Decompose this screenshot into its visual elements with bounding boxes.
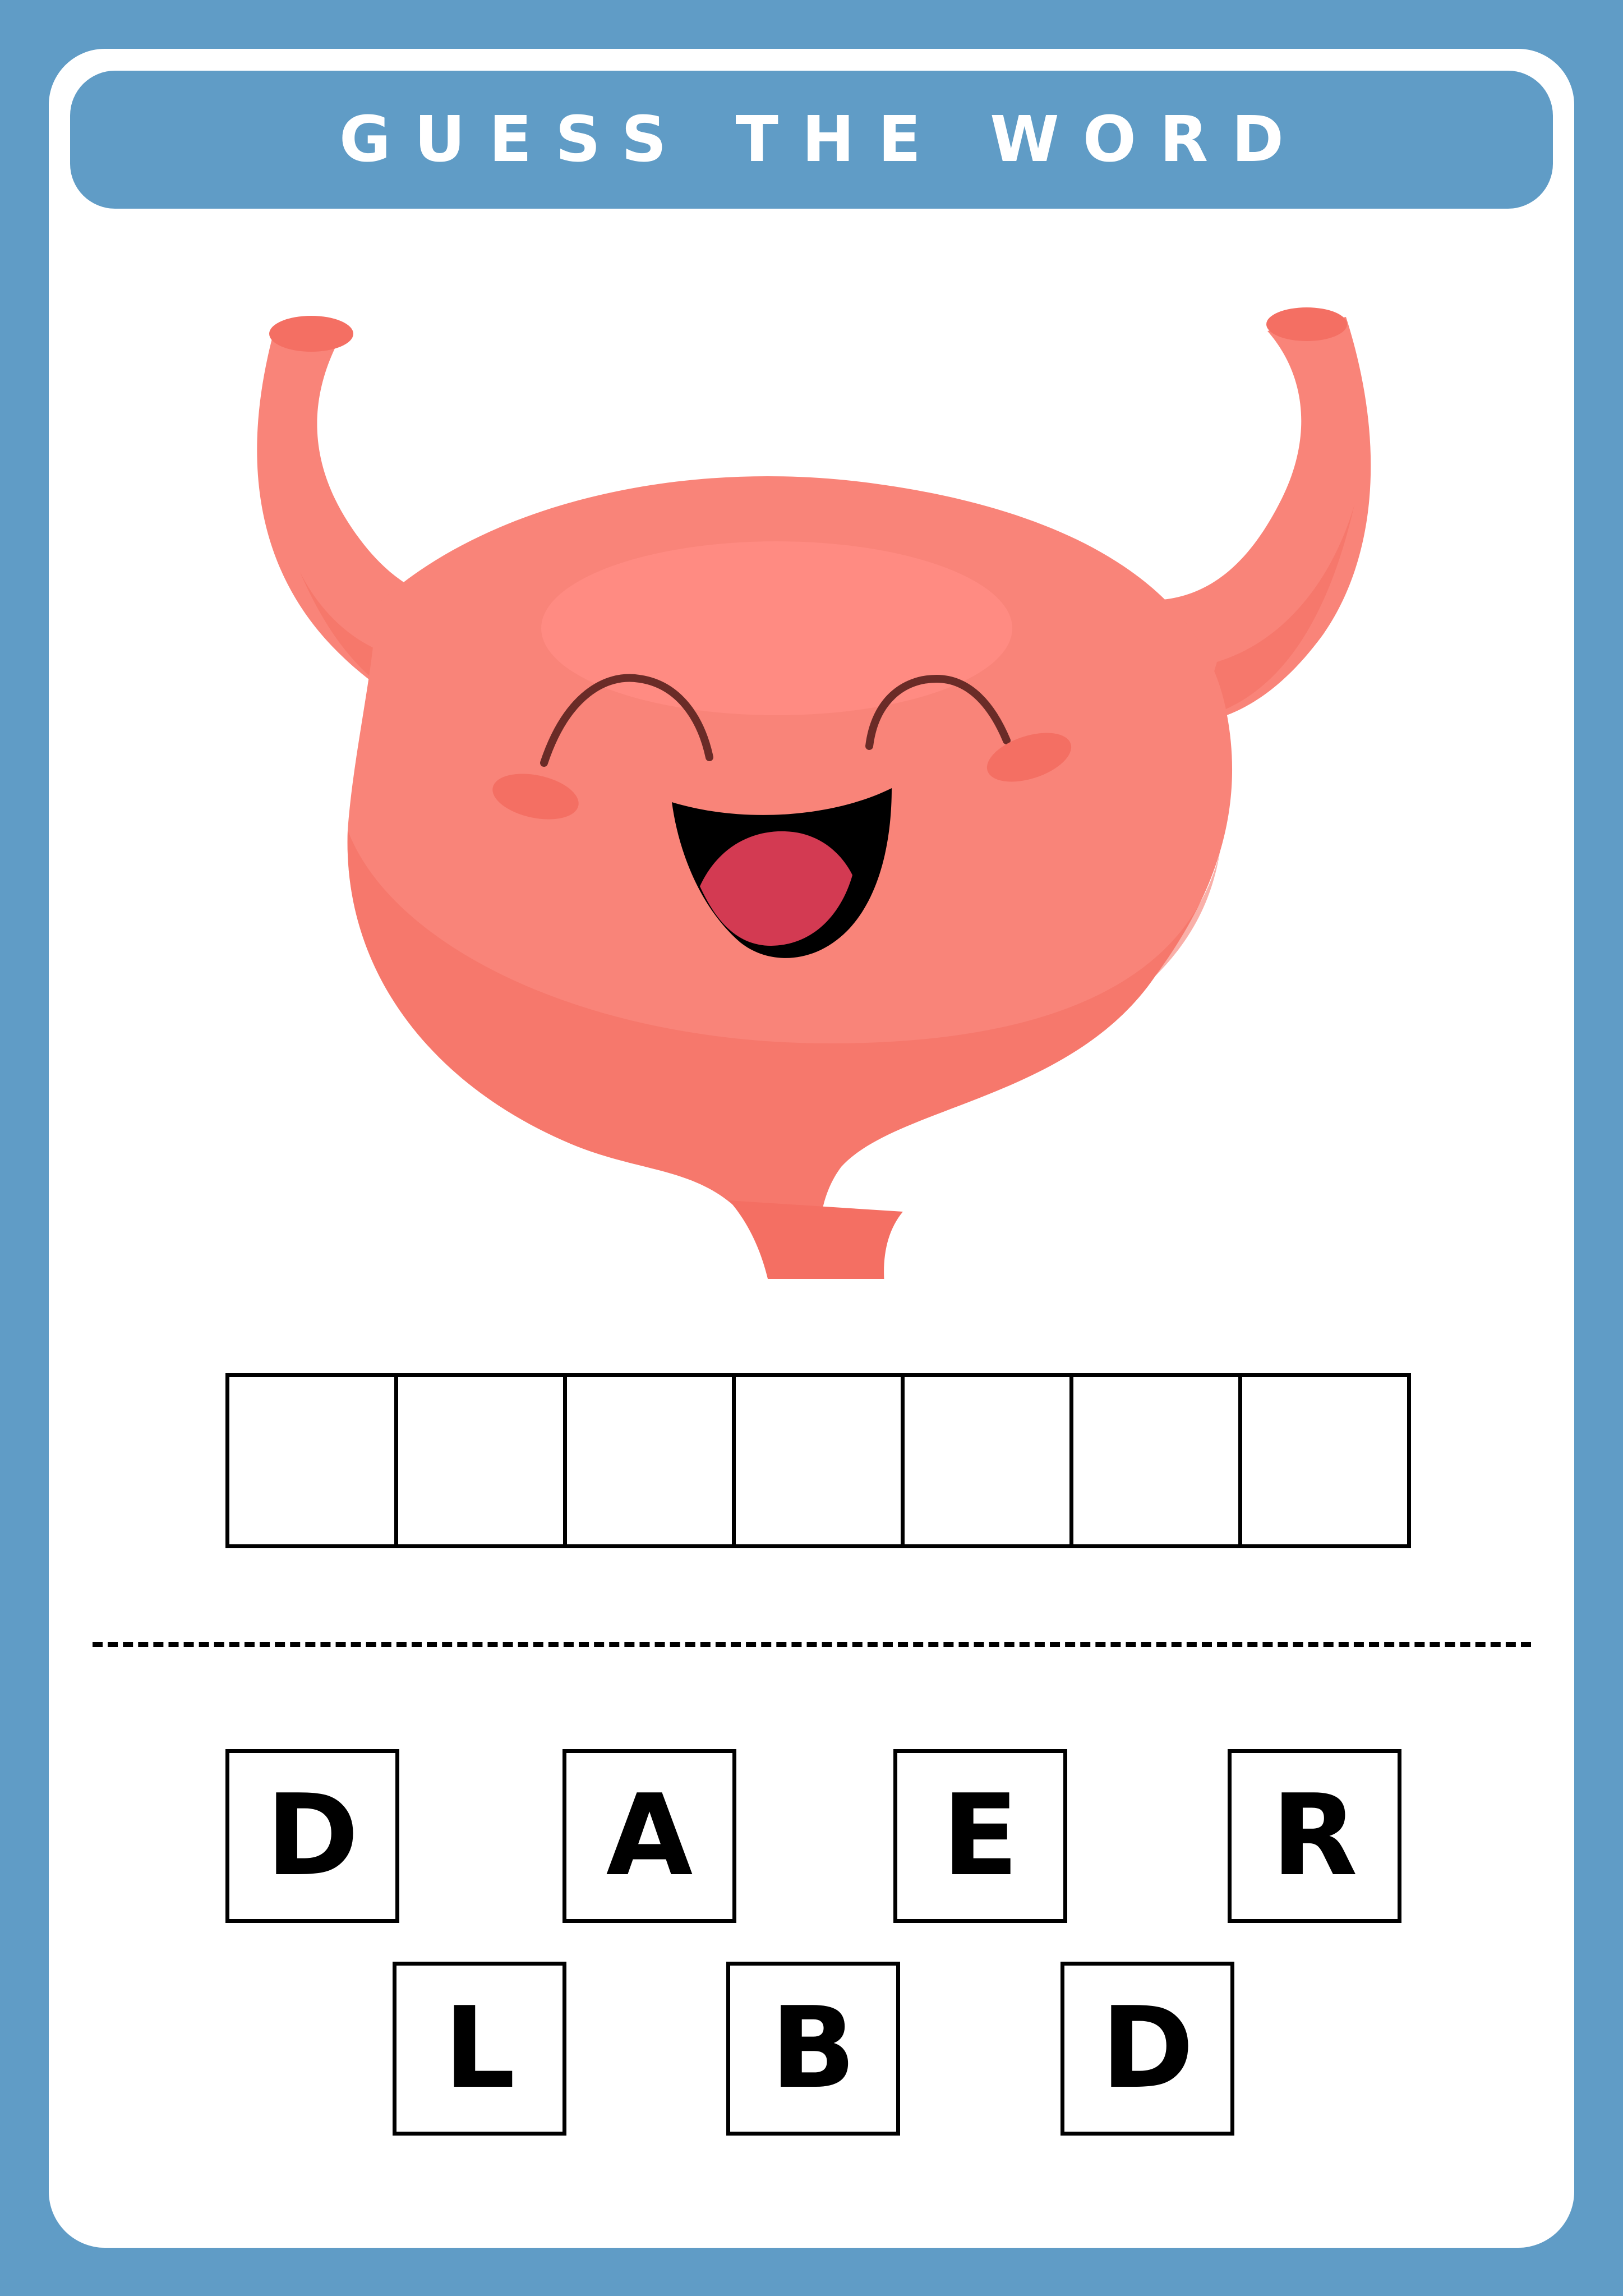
letter-tile[interactable]: L	[393, 1962, 566, 2136]
answer-slot[interactable]	[563, 1373, 736, 1548]
answer-slot[interactable]	[225, 1373, 398, 1548]
letter-tile[interactable]: B	[726, 1962, 900, 2136]
letter-tile[interactable]: A	[562, 1749, 736, 1923]
answer-slots	[225, 1373, 1411, 1548]
letter-tile[interactable]: D	[1061, 1962, 1234, 2136]
answer-slot[interactable]	[394, 1373, 567, 1548]
page-title: GUESS THE WORD	[339, 103, 1308, 176]
bladder-mascot-icon	[257, 307, 1371, 1279]
answer-slot[interactable]	[1238, 1373, 1411, 1548]
letter-tile[interactable]: E	[893, 1749, 1067, 1923]
answer-slot[interactable]	[1069, 1373, 1242, 1548]
letter-tile[interactable]: R	[1228, 1749, 1401, 1923]
answer-slot[interactable]	[901, 1373, 1073, 1548]
cut-line-divider	[93, 1642, 1531, 1647]
title-banner: GUESS THE WORD	[70, 71, 1553, 209]
answer-slot[interactable]	[732, 1373, 905, 1548]
letter-tile[interactable]: D	[225, 1749, 399, 1923]
